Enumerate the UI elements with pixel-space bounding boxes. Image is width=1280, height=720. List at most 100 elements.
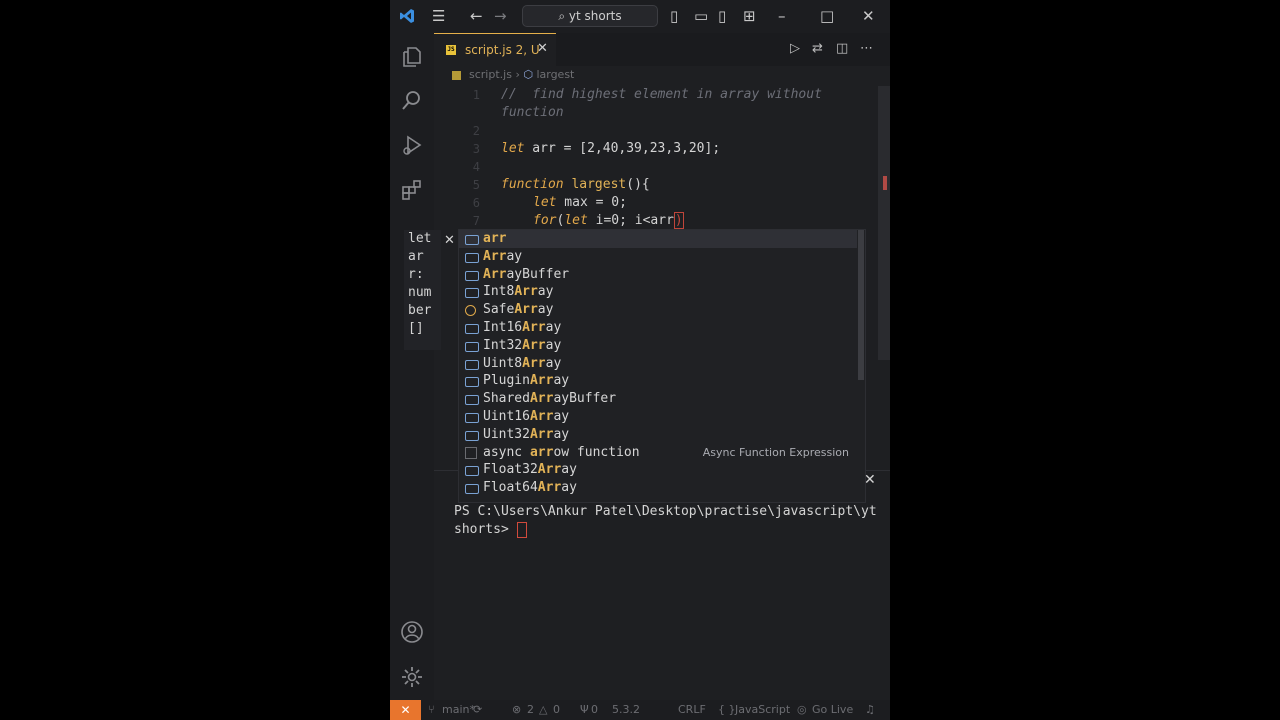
toggle-sidebar-icon[interactable]: ▯ — [670, 7, 678, 25]
minimap-scrollbar[interactable] — [878, 86, 890, 360]
suggestion-item[interactable]: Float32Array — [459, 461, 857, 479]
menu-icon[interactable]: ☰ — [432, 7, 445, 25]
status-language[interactable]: JavaScript — [735, 703, 790, 716]
run-icon[interactable]: ▷ — [790, 41, 800, 56]
suggestion-item[interactable]: Uint16Array — [459, 408, 857, 426]
suggestion-label: Int8Array — [483, 284, 554, 300]
suggestion-item[interactable]: Int32Array — [459, 337, 857, 355]
tab-script-js[interactable]: JS script.js 2, U ✕ — [434, 33, 556, 67]
code-line-function: function largest(){ — [501, 177, 650, 192]
tab-close-icon[interactable]: ✕ — [537, 41, 548, 56]
status-warnings[interactable]: 0 — [553, 703, 560, 716]
toggle-secondary-sidebar-icon[interactable]: ▯ — [718, 7, 726, 25]
split-editor-icon[interactable]: ◫ — [836, 41, 848, 56]
toggle-panel-icon[interactable]: ▭ — [694, 7, 708, 25]
variable-icon — [465, 413, 479, 423]
status-version[interactable]: 5.3.2 — [612, 703, 640, 716]
breadcrumb-file[interactable]: script.js — [469, 68, 512, 81]
variable-icon — [465, 484, 479, 495]
terminal-cursor — [516, 521, 527, 538]
line-number: 6 — [472, 196, 480, 210]
suggestion-item[interactable]: Uint32Array — [459, 426, 857, 444]
code-line-max: let max = 0; — [533, 195, 627, 210]
suggestion-item[interactable]: Int16Array — [459, 319, 857, 337]
suggestion-item[interactable]: Uint8Array — [459, 355, 857, 373]
status-branch[interactable]: main* — [442, 703, 475, 716]
breadcrumb: script.js › ⬡ largest — [452, 68, 574, 82]
line-number: 3 — [472, 142, 480, 156]
golive-icon: ◎ — [797, 703, 807, 716]
suggestion-item[interactable]: async arrow function Async Function Expre… — [459, 444, 857, 462]
line-number: 1 — [472, 88, 480, 102]
variable-icon — [465, 341, 479, 352]
hover-close-icon[interactable]: ✕ — [444, 233, 455, 248]
minimize-icon[interactable]: – — [778, 7, 786, 25]
hover-line: r: — [408, 267, 424, 282]
code-editor[interactable]: 1 2 3 4 5 6 7 // find highest element in… — [434, 84, 890, 230]
js-file-icon: JS — [446, 45, 456, 55]
hover-line: [] — [408, 321, 424, 336]
suggestion-label: PluginArray — [483, 373, 570, 389]
suggestion-item[interactable]: Int8Array — [459, 283, 857, 301]
suggestion-label: Uint16Array — [483, 409, 570, 424]
suggestion-label: Int16Array — [483, 320, 562, 335]
ports-icon: Ψ — [580, 703, 589, 716]
code-line-comment-wrap: function — [501, 105, 564, 120]
title-bar: ☰ ← → ⌕ yt shorts ▯ ▭ ▯ ⊞ – □ ✕ — [390, 0, 890, 33]
suggestion-item[interactable]: SharedArrayBuffer — [459, 390, 857, 408]
breadcrumb-symbol[interactable]: largest — [536, 68, 574, 81]
status-ports[interactable]: 0 — [591, 703, 598, 716]
variable-icon — [465, 466, 479, 477]
line-number: 5 — [472, 178, 480, 192]
extensions-icon[interactable] — [400, 178, 424, 202]
suggestion-label: Float64Array — [483, 480, 577, 496]
hover-line: ber — [408, 303, 432, 318]
forward-arrow-icon[interactable]: → — [494, 7, 507, 25]
notifications-bell-icon[interactable]: ♫ — [865, 703, 875, 716]
close-window-icon[interactable]: ✕ — [862, 7, 875, 25]
suggestion-label: Array — [483, 248, 523, 264]
variable-icon — [465, 288, 479, 299]
suggestion-item[interactable]: PluginArray — [459, 372, 857, 390]
suggestion-label: ArrayBuffer — [483, 266, 570, 282]
branch-icon: ⑂ — [428, 703, 435, 716]
command-center-search[interactable]: ⌕ yt shorts — [522, 5, 658, 27]
suggestion-label: SharedArrayBuffer — [483, 391, 617, 407]
suggestion-item[interactable]: arr — [459, 230, 857, 248]
code-for-text: for(let i=0; i<arr — [533, 213, 674, 228]
variable-icon — [465, 395, 479, 406]
line-number: 4 — [472, 160, 480, 174]
run-debug-icon[interactable] — [400, 133, 424, 157]
more-actions-icon[interactable]: ⋯ — [860, 41, 873, 56]
suggestion-item[interactable]: Float64Array — [459, 479, 857, 497]
status-problems[interactable]: 2 — [527, 703, 534, 716]
back-arrow-icon[interactable]: ← — [470, 7, 483, 25]
customize-layout-icon[interactable]: ⊞ — [743, 7, 756, 25]
suggestion-item[interactable]: SafeArray — [459, 301, 857, 319]
hover-tooltip: let ar r: num ber [] — [404, 230, 441, 350]
status-eol[interactable]: CRLF — [678, 703, 706, 716]
terminal-output[interactable]: PS C:\Users\Ankur Patel\Desktop\practise… — [454, 503, 882, 539]
search-icon: ⌕ — [558, 9, 569, 23]
hover-line: ar — [408, 249, 424, 264]
sync-icon[interactable]: ⟳ — [473, 703, 482, 716]
explorer-icon[interactable] — [400, 45, 424, 69]
variable-icon — [465, 270, 479, 281]
line-number: 2 — [472, 124, 480, 138]
compare-changes-icon[interactable]: ⇄ — [812, 41, 823, 56]
suggestion-scrollbar[interactable] — [858, 230, 864, 380]
suggestion-widget: arr Array ArrayBuffer Int8Array SafeArray Int… — [458, 229, 866, 503]
suggestion-label: Uint32Array — [483, 426, 570, 442]
suggestion-item[interactable]: Array — [459, 248, 857, 266]
maximize-icon[interactable]: □ — [820, 7, 834, 25]
suggestion-item[interactable]: ArrayBuffer — [459, 266, 857, 284]
search-sidebar-icon[interactable] — [400, 88, 424, 112]
variable-icon — [465, 430, 479, 441]
settings-gear-icon[interactable] — [400, 665, 424, 689]
panel-close-icon[interactable]: ✕ — [864, 472, 876, 488]
remote-indicator-icon[interactable]: ✕ — [390, 700, 421, 720]
accounts-icon[interactable] — [400, 620, 424, 644]
error-icon: ⊗ — [512, 703, 522, 716]
status-golive[interactable]: Go Live — [812, 703, 853, 716]
code-line-arr: let arr = [2,40,39,23,3,20]; — [501, 141, 721, 156]
